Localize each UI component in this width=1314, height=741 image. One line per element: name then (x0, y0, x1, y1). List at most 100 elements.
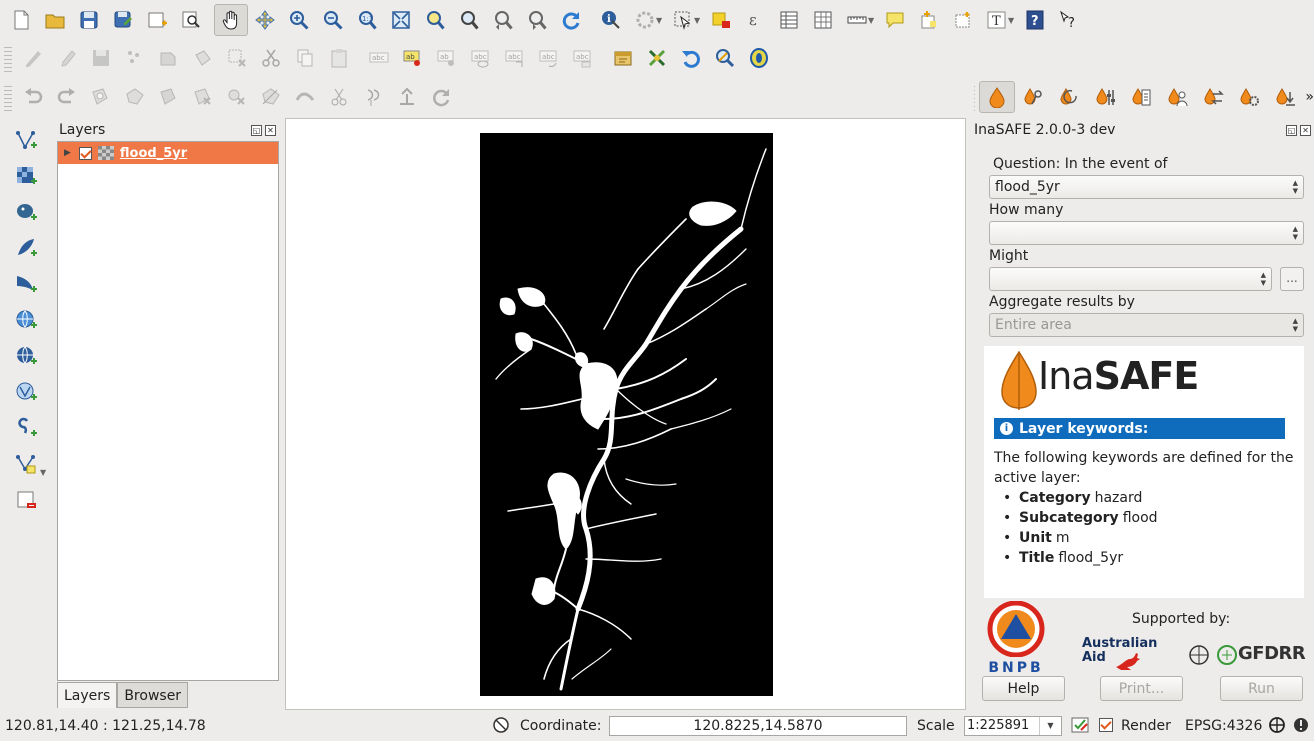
print-button[interactable]: Print... (1100, 676, 1183, 701)
field-calculator-icon[interactable] (806, 4, 840, 36)
split-parts-icon[interactable] (356, 81, 390, 113)
zoom-to-layer-icon[interactable] (452, 4, 486, 36)
coordinate-toggle-icon[interactable] (492, 716, 510, 734)
inasafe-dock-icon[interactable] (979, 81, 1016, 113)
new-bookmark-icon[interactable] (912, 4, 946, 36)
aggregation-select[interactable]: Entire area ▲ ▼ (989, 313, 1304, 337)
tab-browser[interactable]: Browser (117, 682, 189, 708)
reload-icon[interactable] (1051, 81, 1087, 113)
osm-icon[interactable] (742, 42, 776, 74)
current-edits-icon[interactable] (16, 42, 50, 74)
pin-labels-icon[interactable]: ab (396, 42, 430, 74)
chevron-down-icon[interactable]: ▼ (1039, 717, 1061, 735)
split-features-icon[interactable] (322, 81, 356, 113)
add-spatialite-layer-icon[interactable] (6, 230, 46, 266)
whats-this-icon[interactable]: ? (1052, 4, 1086, 36)
fill-ring-icon[interactable] (152, 81, 186, 113)
layer-visibility-checkbox[interactable] (78, 146, 92, 160)
action-icon[interactable] (628, 4, 662, 36)
zoom-last-icon[interactable] (486, 4, 520, 36)
annotation-icon[interactable] (878, 4, 912, 36)
zoom-next-icon[interactable] (520, 4, 554, 36)
remove-layer-icon[interactable] (6, 482, 46, 518)
georeferencer-icon[interactable] (640, 42, 674, 74)
zoom-native-icon[interactable]: 1:1 (350, 4, 384, 36)
node-tool-icon[interactable] (186, 42, 220, 74)
options-icon[interactable] (1087, 81, 1123, 113)
converter-icon[interactable] (1195, 81, 1231, 113)
label-settings-icon[interactable]: abc (362, 42, 396, 74)
close-icon[interactable]: ✕ (1300, 124, 1311, 136)
add-wms-layer-icon[interactable] (6, 302, 46, 338)
run-button[interactable]: Run (1220, 676, 1303, 701)
composer-manager-icon[interactable] (174, 4, 208, 36)
offset-curve-icon[interactable] (288, 81, 322, 113)
stop-render-icon[interactable] (1071, 716, 1089, 734)
add-delimited-text-icon[interactable] (6, 410, 46, 446)
pan-to-selection-icon[interactable] (248, 4, 282, 36)
float-icon[interactable]: ◱ (251, 124, 262, 136)
reshape-icon[interactable] (254, 81, 288, 113)
zoom-out-icon[interactable] (316, 4, 350, 36)
help-icon[interactable]: ? (1018, 4, 1052, 36)
float-icon[interactable]: ◱ (1286, 124, 1297, 136)
deselect-icon[interactable] (704, 4, 738, 36)
toggle-editing-icon[interactable] (50, 42, 84, 74)
save-edits-icon[interactable] (84, 42, 118, 74)
pan-icon[interactable] (214, 4, 248, 36)
delete-part-icon[interactable] (220, 81, 254, 113)
copy-features-icon[interactable] (288, 42, 322, 74)
python-console-icon[interactable] (606, 42, 640, 74)
tab-layers[interactable]: Layers (57, 682, 118, 708)
add-raster-layer-icon[interactable] (6, 158, 46, 194)
minimum-needs-icon[interactable] (1159, 81, 1195, 113)
zoom-in-icon[interactable] (282, 4, 316, 36)
zoom-full-icon[interactable] (384, 4, 418, 36)
rotate-point-icon[interactable] (424, 81, 458, 113)
batch-runner-icon[interactable] (1231, 81, 1267, 113)
projection-icon[interactable] (1268, 716, 1286, 734)
zoom-to-selection-icon[interactable] (418, 4, 452, 36)
impact-function-select[interactable]: ▲ ▼ (989, 267, 1272, 291)
redo-edit-icon[interactable] (50, 81, 84, 113)
add-wcs-layer-icon[interactable] (6, 338, 46, 374)
keywords-editor-icon[interactable] (1015, 81, 1051, 113)
chevron-down-icon[interactable]: ▼ (40, 468, 48, 477)
help-button[interactable]: Help (982, 676, 1065, 701)
hazard-select[interactable]: flood_5yr ▲ ▼ (989, 175, 1304, 199)
add-ring-icon[interactable] (84, 81, 118, 113)
cut-features-icon[interactable] (254, 42, 288, 74)
merge-features-icon[interactable] (390, 81, 424, 113)
map-canvas[interactable] (285, 118, 966, 710)
undo-edit-icon[interactable] (16, 81, 50, 113)
paste-features-icon[interactable] (322, 42, 356, 74)
save-project-icon[interactable] (72, 4, 106, 36)
highlight-pinned-icon[interactable]: ab (430, 42, 464, 74)
layer-item-flood-5yr[interactable]: ▶ flood_5yr (58, 142, 278, 164)
messages-icon[interactable] (1292, 716, 1310, 734)
chevron-down-icon[interactable]: ▼ (868, 16, 876, 25)
move-feature-icon[interactable] (152, 42, 186, 74)
render-checkbox[interactable] (1099, 718, 1113, 732)
show-hide-labels-icon[interactable]: abc (464, 42, 498, 74)
show-bookmarks-icon[interactable] (946, 4, 980, 36)
save-as-icon[interactable] (106, 4, 140, 36)
add-part-icon[interactable] (118, 81, 152, 113)
add-wfs-layer-icon[interactable] (6, 374, 46, 410)
new-print-composer-icon[interactable] (140, 4, 174, 36)
toolbar-overflow-button[interactable]: » (1305, 89, 1314, 105)
exposure-select[interactable]: ▲ ▼ (989, 221, 1304, 245)
gps-icon[interactable] (708, 42, 742, 74)
function-options-button[interactable]: ... (1280, 267, 1304, 291)
coordinate-field[interactable]: 120.8225,14.5870 (609, 716, 907, 736)
chevron-down-icon[interactable]: ▼ (1008, 16, 1016, 25)
expand-arrow-icon[interactable]: ▶ (64, 148, 71, 158)
rotate-label-icon[interactable]: abc (532, 42, 566, 74)
save-scenario-icon[interactable] (1267, 81, 1303, 113)
chevron-down-icon[interactable]: ▼ (694, 16, 702, 25)
undo-icon[interactable] (674, 42, 708, 74)
scale-combo[interactable]: 1:225891 ▼ (964, 716, 1062, 736)
impact-functions-icon[interactable] (1123, 81, 1159, 113)
attribute-table-icon[interactable] (772, 4, 806, 36)
move-label-icon[interactable]: abc (498, 42, 532, 74)
